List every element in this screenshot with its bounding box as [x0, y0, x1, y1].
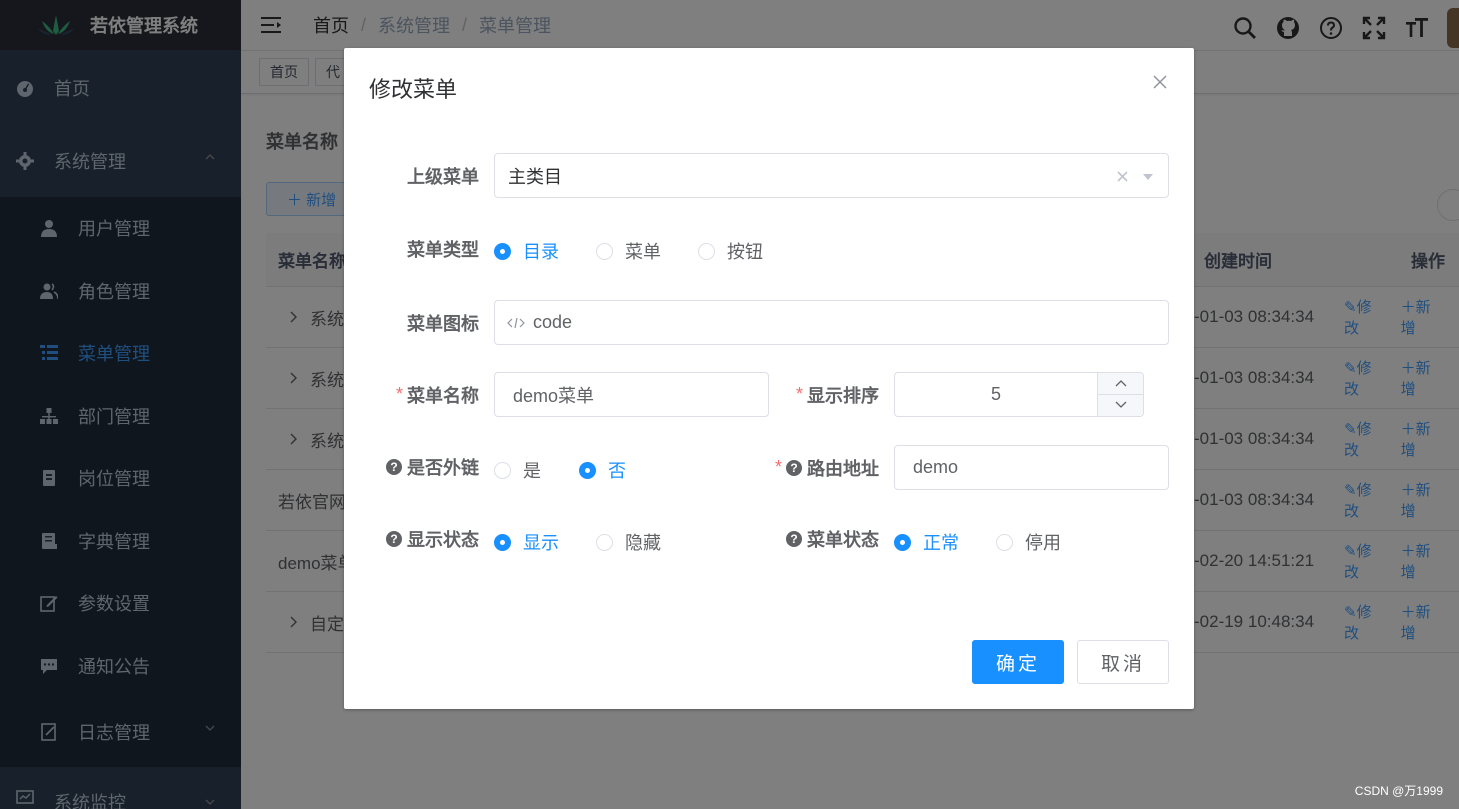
display-order-value: 5: [990, 384, 1001, 404]
parent-menu-select[interactable]: 主类目: [494, 153, 1169, 198]
code-icon: [507, 317, 525, 328]
radio-dot: [579, 461, 596, 479]
radio-dot: [596, 533, 613, 551]
increase-button[interactable]: [1098, 373, 1143, 395]
status-label: ? 菜单状态: [764, 523, 879, 555]
radio-visible-show[interactable]: 显示: [494, 529, 559, 555]
help-icon[interactable]: ?: [786, 459, 802, 476]
close-icon[interactable]: [1152, 74, 1168, 90]
radio-dot: [494, 533, 511, 551]
route-path-label: *? 路由地址: [774, 457, 879, 479]
visible-label: ? 显示状态: [374, 523, 479, 555]
radio-dot: [596, 242, 613, 260]
radio-external-yes[interactable]: 是: [494, 457, 541, 483]
radio-dot: [494, 242, 511, 260]
display-order-input[interactable]: 5: [894, 372, 1144, 417]
watermark: CSDN @万1999: [1354, 784, 1443, 798]
menu-icon-label: 菜单图标: [407, 313, 479, 334]
menu-icon-value: code: [533, 312, 573, 332]
menu-type-label: 菜单类型: [407, 240, 479, 260]
radio-dot: [996, 533, 1013, 551]
menu-icon-input[interactable]: code: [494, 300, 1169, 345]
menu-name-label: * 菜单名称: [395, 384, 479, 406]
menu-name-input[interactable]: demo菜单: [494, 372, 769, 417]
help-icon[interactable]: ?: [386, 459, 402, 475]
parent-menu-label: 上级菜单: [407, 166, 479, 187]
radio-visible-hide[interactable]: 隐藏: [596, 529, 661, 555]
dialog-title: 修改菜单: [369, 77, 458, 102]
external-link-label: ? 是否外链: [374, 451, 479, 483]
radio-type-directory[interactable]: 目录: [494, 238, 559, 264]
route-path-value: demo: [913, 457, 959, 477]
radio-dot: [894, 533, 911, 551]
radio-status-normal[interactable]: 正常: [894, 529, 959, 555]
confirm-button[interactable]: 确定: [972, 640, 1064, 684]
help-icon[interactable]: ?: [786, 531, 802, 547]
route-path-input[interactable]: demo: [894, 445, 1169, 490]
radio-status-disabled[interactable]: 停用: [996, 529, 1061, 555]
display-order-label: * 显示排序: [795, 384, 879, 406]
radio-type-menu[interactable]: 菜单: [596, 238, 661, 264]
edit-menu-dialog: 修改菜单 上级菜单 主类目 菜单类型 目录 菜单 按钮 菜单图标 code * 菜…: [344, 48, 1194, 709]
radio-type-button[interactable]: 按钮: [698, 238, 763, 264]
radio-external-no[interactable]: 否: [579, 457, 626, 483]
radio-dot: [494, 461, 511, 479]
clear-icon[interactable]: [1117, 171, 1128, 182]
help-icon[interactable]: ?: [386, 531, 402, 547]
menu-name-value: demo菜单: [513, 385, 595, 406]
decrease-button[interactable]: [1098, 395, 1143, 417]
radio-dot: [698, 242, 715, 260]
cancel-button[interactable]: 取消: [1077, 640, 1169, 684]
parent-menu-value: 主类目: [508, 166, 562, 187]
caret-down-icon: [1143, 174, 1153, 180]
order-stepper: [1097, 373, 1143, 416]
